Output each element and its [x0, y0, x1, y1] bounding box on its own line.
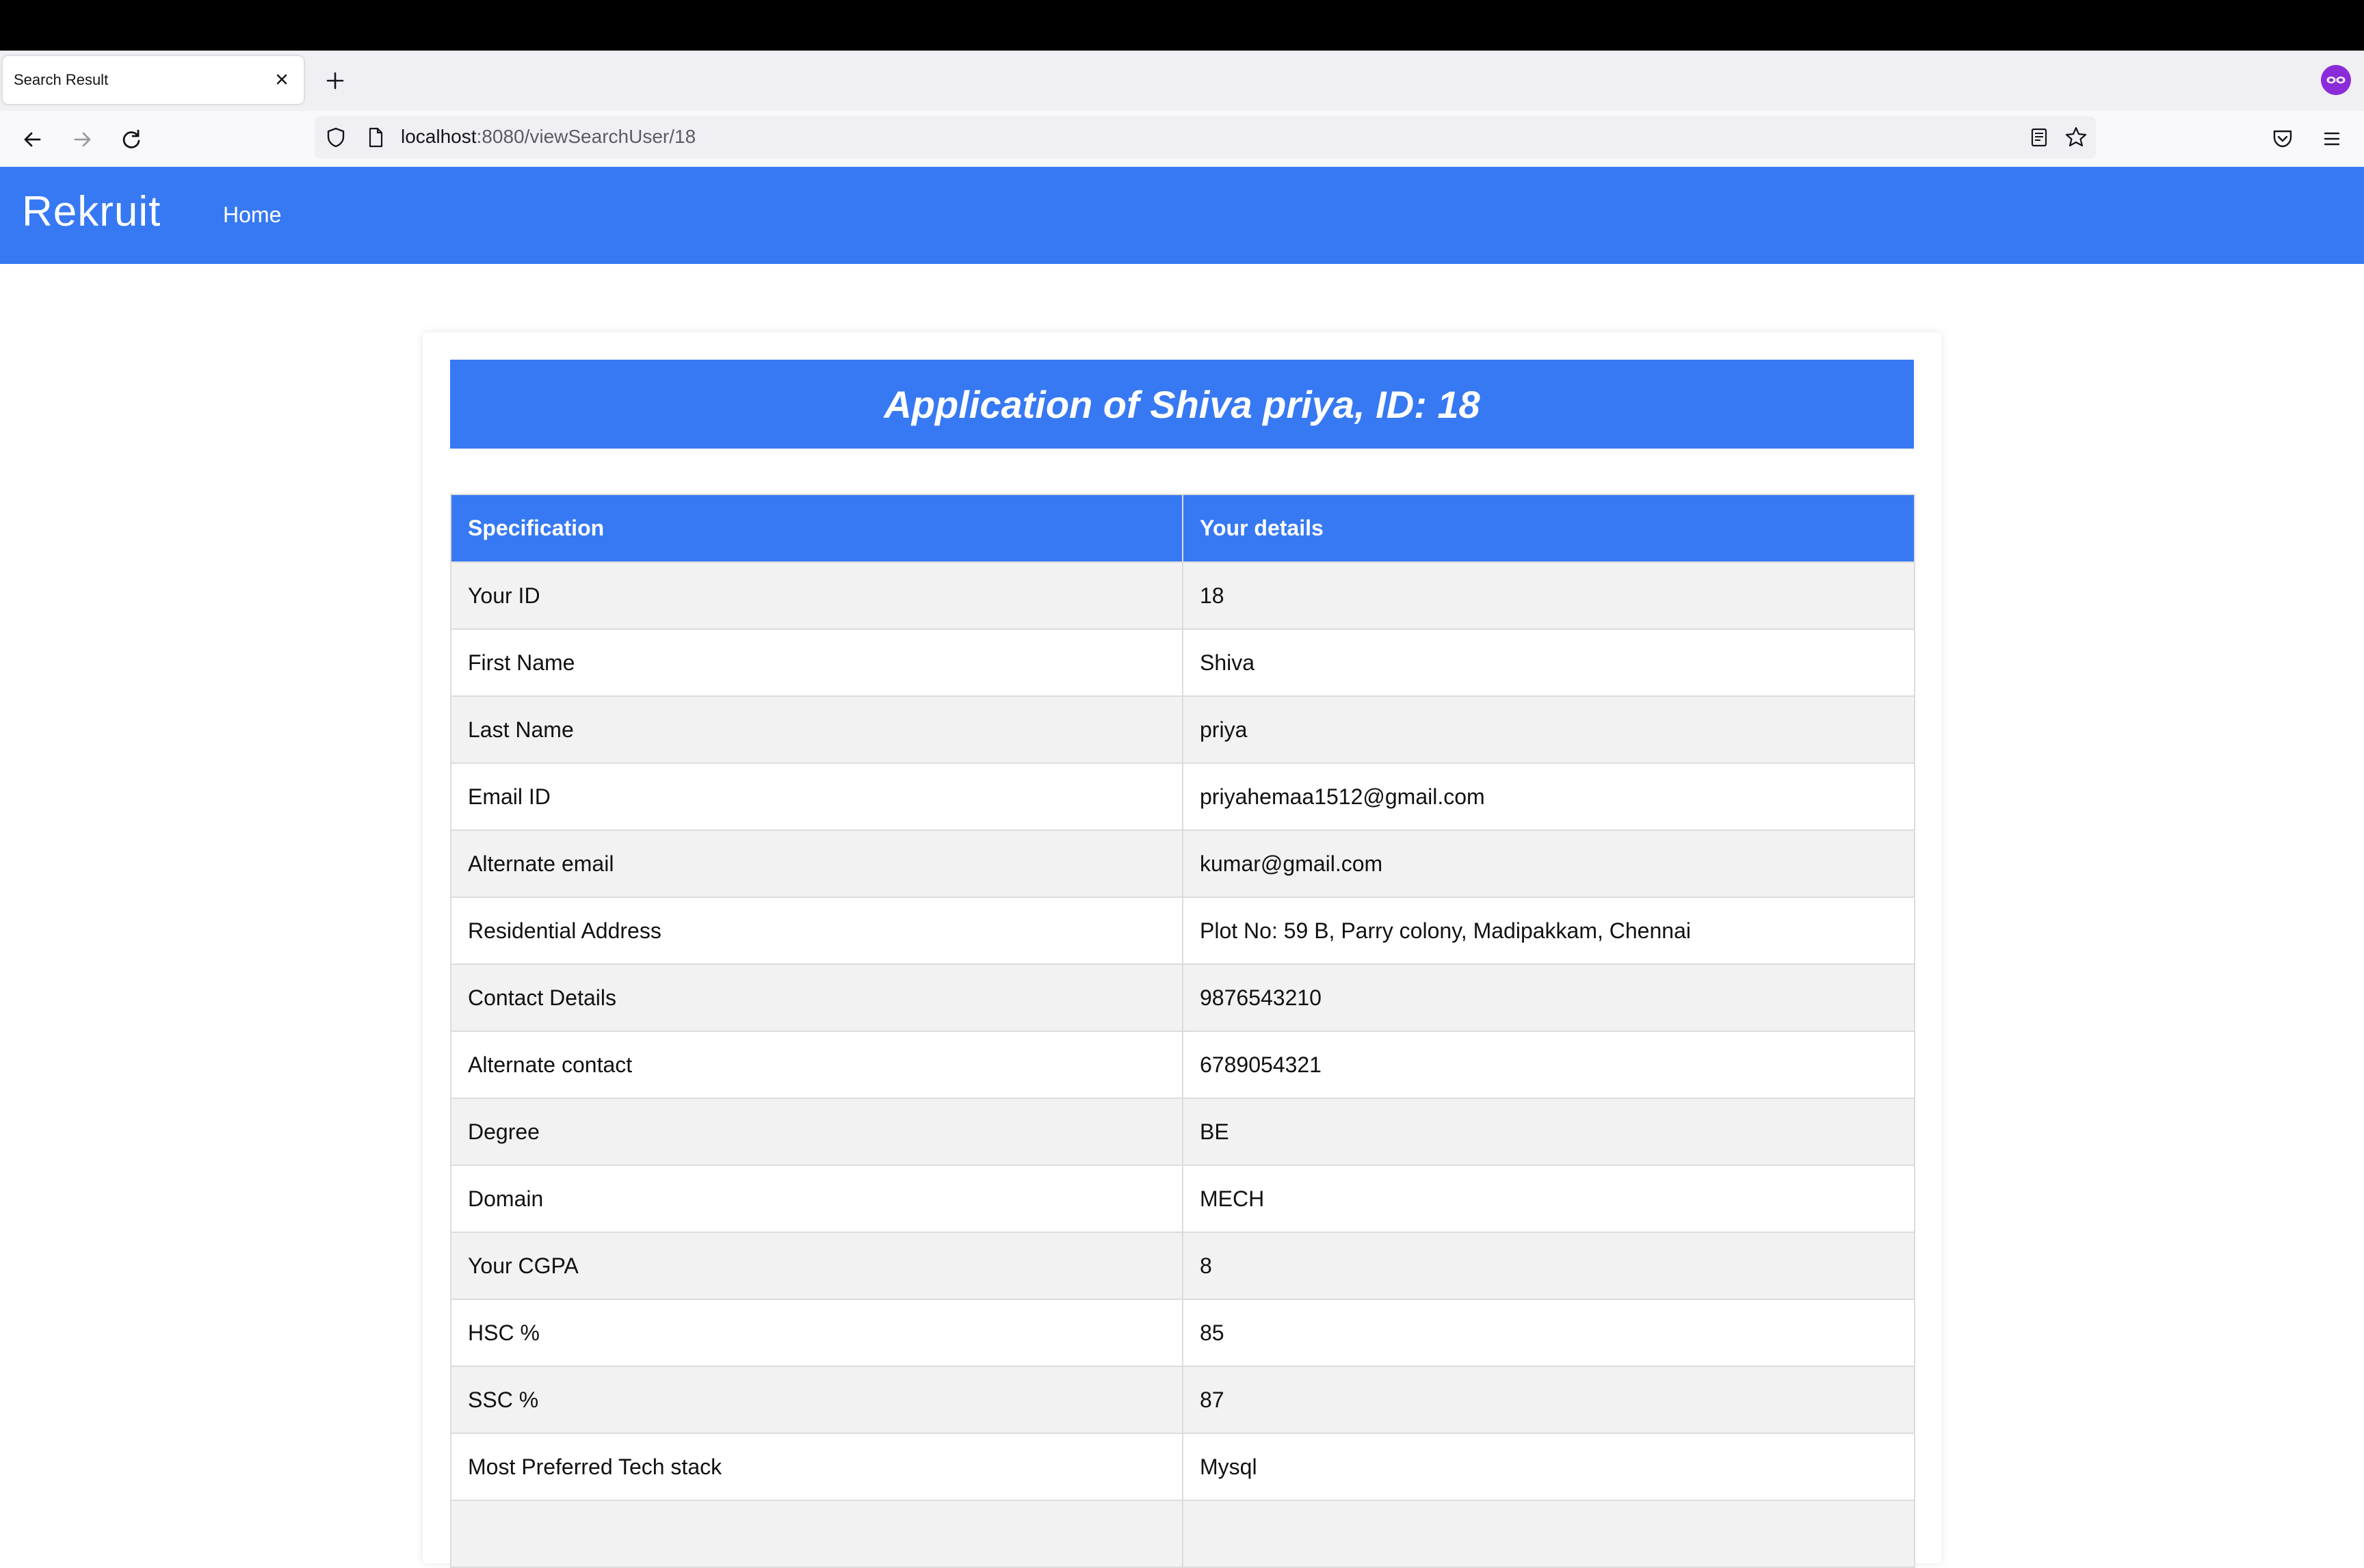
table-row: Alternate contact 6789054321 [450, 1031, 1915, 1099]
private-browsing-icon[interactable] [2320, 64, 2352, 96]
row-label: Degree [450, 1098, 1183, 1166]
app-navbar: Rekruit Home [0, 167, 2364, 264]
row-label [450, 1500, 1183, 1568]
os-top-bar [0, 0, 2364, 51]
row-label: Your CGPA [450, 1232, 1183, 1300]
page-title: Application of Shiva priya, ID: 18 [884, 382, 1480, 426]
url-bar[interactable]: localhost:8080/viewSearchUser/18 [315, 116, 2096, 159]
reader-view-icon[interactable] [2026, 124, 2052, 150]
row-value: priyahemaa1512@gmail.com [1182, 762, 1915, 831]
row-value: BE [1182, 1098, 1915, 1166]
details-table: Specification Your details Your ID 18 Fir… [450, 494, 1915, 1568]
row-value: 18 [1182, 561, 1915, 630]
row-value: 8 [1182, 1232, 1915, 1300]
column-header-specification: Specification [450, 494, 1183, 563]
row-label: Most Preferred Tech stack [450, 1433, 1183, 1501]
hamburger-menu-icon[interactable] [2316, 123, 2348, 155]
column-header-details: Your details [1182, 494, 1915, 563]
reload-icon[interactable] [115, 123, 148, 156]
row-label: First Name [450, 628, 1183, 697]
row-value: priya [1182, 695, 1915, 764]
table-row: HSC % 85 [450, 1299, 1915, 1367]
card-header: Application of Shiva priya, ID: 18 [450, 360, 1914, 449]
table-row: Contact Details 9876543210 [450, 964, 1915, 1032]
row-label: Residential Address [450, 896, 1183, 965]
table-row: Most Preferred Tech stack Mysql [450, 1433, 1915, 1501]
row-value: Plot No: 59 B, Parry colony, Madipakkam,… [1182, 896, 1915, 965]
table-row: Residential Address Plot No: 59 B, Parry … [450, 896, 1915, 965]
row-value: 6789054321 [1182, 1031, 1915, 1099]
back-arrow-icon[interactable] [16, 123, 49, 156]
pocket-icon[interactable] [2267, 123, 2298, 155]
row-label: Alternate contact [450, 1031, 1183, 1099]
row-label: Domain [450, 1165, 1183, 1233]
row-label: Alternate email [450, 829, 1183, 898]
application-card: Application of Shiva priya, ID: 18 Speci… [423, 332, 1941, 1568]
table-row: Alternate email kumar@gmail.com [450, 829, 1915, 898]
row-label: Contact Details [450, 964, 1183, 1032]
row-value: Mysql [1182, 1433, 1915, 1501]
row-value: 9876543210 [1182, 964, 1915, 1032]
table-row [450, 1500, 1915, 1568]
table-row: Last Name priya [450, 695, 1915, 764]
tab-strip [0, 51, 2364, 111]
shield-icon[interactable] [323, 124, 349, 150]
forward-arrow-icon[interactable] [66, 123, 98, 156]
close-icon[interactable] [268, 66, 296, 93]
row-value: 85 [1182, 1299, 1915, 1367]
url-text[interactable]: localhost:8080/viewSearchUser/18 [401, 126, 696, 148]
row-value: MECH [1182, 1165, 1915, 1233]
url-path: :8080/viewSearchUser/18 [476, 126, 696, 147]
row-label: HSC % [450, 1299, 1183, 1367]
page-icon [363, 124, 389, 150]
row-label: Last Name [450, 695, 1183, 764]
table-row: Domain MECH [450, 1165, 1915, 1233]
url-host: localhost [401, 126, 477, 147]
tab-title: Search Result [14, 71, 109, 88]
table-row: First Name Shiva [450, 628, 1915, 697]
table-row: Degree BE [450, 1098, 1915, 1166]
row-value [1182, 1500, 1915, 1568]
table-row: Your CGPA 8 [450, 1232, 1915, 1300]
browser-tab-active[interactable]: Search Result [3, 56, 304, 104]
row-label: SSC % [450, 1366, 1183, 1434]
row-value: 87 [1182, 1366, 1915, 1434]
row-label: Your ID [450, 561, 1183, 630]
table-row: Email ID priyahemaa1512@gmail.com [450, 762, 1915, 831]
brand-logo[interactable]: Rekruit [22, 187, 161, 236]
table-row: Your ID 18 [450, 561, 1915, 630]
star-icon[interactable] [2063, 124, 2089, 150]
row-value: kumar@gmail.com [1182, 829, 1915, 898]
table-header-row: Specification Your details [450, 494, 1915, 563]
table-row: SSC % 87 [450, 1366, 1915, 1434]
row-value: Shiva [1182, 628, 1915, 697]
row-label: Email ID [450, 762, 1183, 831]
nav-link-home[interactable]: Home [223, 202, 281, 228]
plus-icon[interactable] [320, 66, 350, 96]
